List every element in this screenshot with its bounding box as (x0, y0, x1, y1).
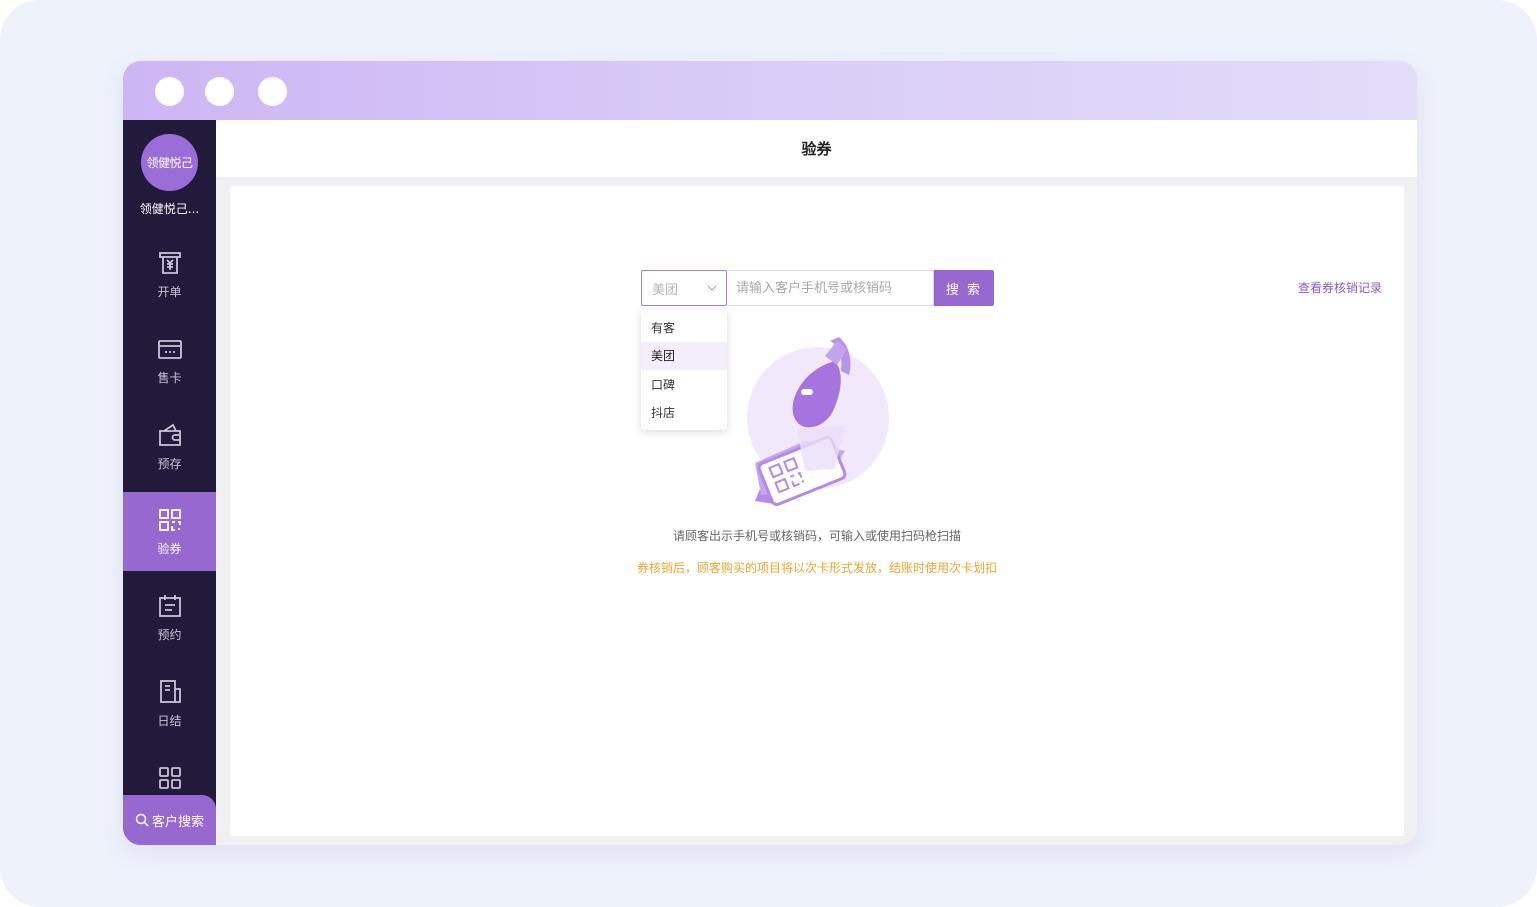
card-icon (157, 340, 182, 359)
store-name: 领健悦己... (139, 202, 200, 216)
platform-dropdown: 有客 美团 口碑 抖店 (641, 310, 727, 430)
platform-select[interactable]: 美团 (641, 270, 727, 306)
dropdown-option-selected[interactable]: 美团 (641, 341, 727, 370)
customer-search-label: 客户搜索 (151, 814, 204, 830)
sidebar-item-label: 日结 (157, 714, 182, 728)
search-input[interactable] (727, 270, 934, 306)
wallet-icon (158, 423, 181, 446)
sidebar-item-kaidan[interactable]: 开单 (123, 235, 216, 314)
sidebar-item-yanquan[interactable]: 验券 (123, 492, 216, 571)
qrcode-icon (158, 509, 181, 531)
avatar[interactable]: 领健悦己 (141, 134, 198, 191)
sidebar: 领健悦己 领健悦己... 开单 售卡 预存 验券 预约 日结 客户搜索 (123, 120, 216, 845)
title-bar (123, 61, 1417, 120)
sidebar-item-label: 开单 (157, 285, 182, 299)
platform-select-value: 美团 (652, 282, 679, 298)
app-window: 领健悦己 领健悦己... 开单 售卡 预存 验券 预约 日结 客户搜索 验券 美… (123, 61, 1417, 845)
sidebar-item-yucun[interactable]: 预存 (123, 407, 216, 486)
sidebar-item-yuyue[interactable]: 预约 (123, 578, 216, 657)
window-minimize-dot[interactable] (205, 77, 234, 106)
notice-text: 券核销后，顾客购买的项目将以次卡形式发放，结账时使用次卡划扣 (636, 561, 997, 575)
window-close-dot[interactable] (155, 77, 184, 106)
sidebar-item-shouka[interactable]: 售卡 (123, 321, 216, 400)
grid-icon (158, 767, 181, 789)
ledger-icon (159, 680, 181, 703)
search-icon (135, 813, 149, 827)
redemption-record-link[interactable]: 查看券核销记录 (1280, 279, 1382, 296)
sidebar-item-label: 验券 (157, 542, 182, 556)
chevron-down-icon (707, 285, 717, 291)
hint-text: 请顾客出示手机号或核销码，可输入或使用扫码枪扫描 (672, 529, 961, 543)
dropdown-option[interactable]: 口碑 (641, 370, 727, 399)
page-title: 验券 (801, 140, 832, 158)
page-header: 验券 (216, 120, 1417, 177)
sidebar-item-label: 售卡 (157, 371, 182, 385)
dropdown-option[interactable]: 抖店 (641, 399, 727, 428)
dropdown-option[interactable]: 有客 (641, 313, 727, 342)
sidebar-item-label: 预约 (157, 628, 182, 642)
receipt-yuan-icon (158, 252, 181, 274)
sidebar-item-label: 预存 (157, 457, 182, 471)
sidebar-item-rijie[interactable]: 日结 (123, 664, 216, 743)
customer-search-button[interactable]: 客户搜索 (123, 795, 216, 845)
main-panel: 美团 搜 索 查看券核销记录 有客 美团 口碑 抖店 (230, 186, 1404, 836)
calendar-icon (158, 595, 181, 617)
search-button[interactable]: 搜 索 (934, 270, 994, 306)
scan-illustration (747, 337, 889, 506)
window-maximize-dot[interactable] (258, 77, 287, 106)
